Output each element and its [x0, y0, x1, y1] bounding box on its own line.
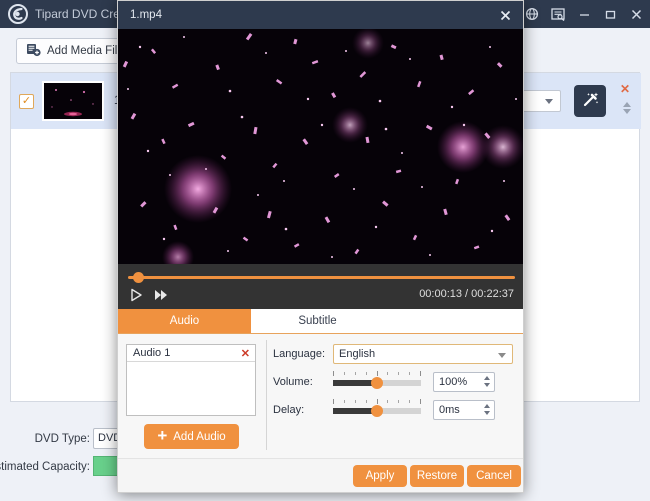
remove-row-icon[interactable]: ✕ [620, 83, 630, 95]
audio-settings: Language: English Volume: [273, 340, 518, 424]
delay-value-field[interactable]: 0ms [433, 400, 495, 420]
seek-track [128, 276, 515, 279]
volume-value-field[interactable]: 100% [433, 372, 495, 392]
delay-slider[interactable] [333, 399, 421, 421]
tipard-logo-icon [5, 0, 31, 28]
dialog-close-icon[interactable] [497, 7, 513, 23]
app-title: Tipard DVD Crea [35, 7, 127, 21]
audio-settings-dialog: 1.mp4 [117, 0, 524, 493]
audio-track-list[interactable]: Audio 1 ✕ [126, 344, 256, 416]
player-controls: 00:00:13 / 00:22:37 [118, 264, 523, 309]
language-row: Language: English [273, 340, 518, 368]
close-icon[interactable] [628, 6, 644, 22]
dialog-title: 1.mp4 [130, 9, 162, 21]
video-preview[interactable] [118, 29, 523, 264]
fast-forward-icon[interactable] [154, 289, 168, 301]
dialog-footer: Apply Restore Cancel [118, 458, 523, 492]
minimize-icon[interactable] [576, 6, 592, 22]
apply-button[interactable]: Apply [353, 465, 407, 487]
remove-track-icon[interactable]: ✕ [241, 347, 250, 360]
language-value: English [339, 348, 375, 360]
dvd-type-label: DVD Type: [35, 433, 90, 445]
audio-track-label: Audio 1 [133, 347, 170, 359]
tab-audio[interactable]: Audio [118, 309, 251, 333]
magic-wand-icon [581, 90, 600, 112]
audio-panel: Audio 1 ✕ + Add Audio Language: English [118, 334, 523, 458]
delay-label: Delay: [273, 404, 333, 416]
menu-icon[interactable] [550, 6, 566, 22]
tab-subtitle[interactable]: Subtitle [251, 309, 384, 333]
delay-row: Delay: 0ms [273, 396, 518, 424]
video-frame [118, 29, 523, 264]
plus-icon: + [157, 427, 167, 444]
volume-row: Volume: 100% [273, 368, 518, 396]
language-label: Language: [273, 348, 333, 360]
add-audio-button[interactable]: + Add Audio [144, 424, 239, 449]
seek-thumb[interactable] [133, 272, 144, 283]
globe-icon[interactable] [524, 6, 540, 22]
audio-track-item[interactable]: Audio 1 ✕ [127, 345, 255, 362]
language-select[interactable]: English [333, 344, 513, 364]
add-audio-label: Add Audio [173, 431, 225, 443]
screen: Tipard DVD Crea [0, 0, 650, 501]
time-display: 00:00:13 / 00:22:37 [419, 288, 514, 300]
magic-wand-button[interactable] [574, 85, 606, 117]
seek-bar[interactable] [128, 272, 515, 284]
add-file-icon [26, 42, 41, 60]
restore-button[interactable]: Restore [410, 465, 464, 487]
delay-value: 0ms [439, 404, 460, 416]
chevron-down-icon [498, 353, 506, 358]
play-icon[interactable] [129, 288, 143, 302]
volume-value: 100% [439, 376, 467, 388]
delay-slider-thumb[interactable] [371, 405, 383, 417]
volume-stepper[interactable] [484, 376, 490, 387]
volume-slider-thumb[interactable] [371, 377, 383, 389]
dialog-titlebar: 1.mp4 [118, 1, 523, 29]
volume-slider[interactable] [333, 371, 421, 393]
volume-label: Volume: [273, 376, 333, 388]
cancel-button[interactable]: Cancel [467, 465, 521, 487]
reorder-spinner-icon[interactable] [620, 97, 633, 119]
file-thumbnail [42, 81, 104, 121]
maximize-icon[interactable] [602, 6, 618, 22]
panel-divider [266, 340, 267, 450]
file-checkbox[interactable]: ✓ [19, 94, 34, 109]
chevron-down-icon [545, 99, 553, 104]
estimated-capacity-label: Estimated Capacity: [0, 461, 90, 473]
delay-stepper[interactable] [484, 404, 490, 415]
dialog-tabs: Audio Subtitle [118, 309, 523, 334]
